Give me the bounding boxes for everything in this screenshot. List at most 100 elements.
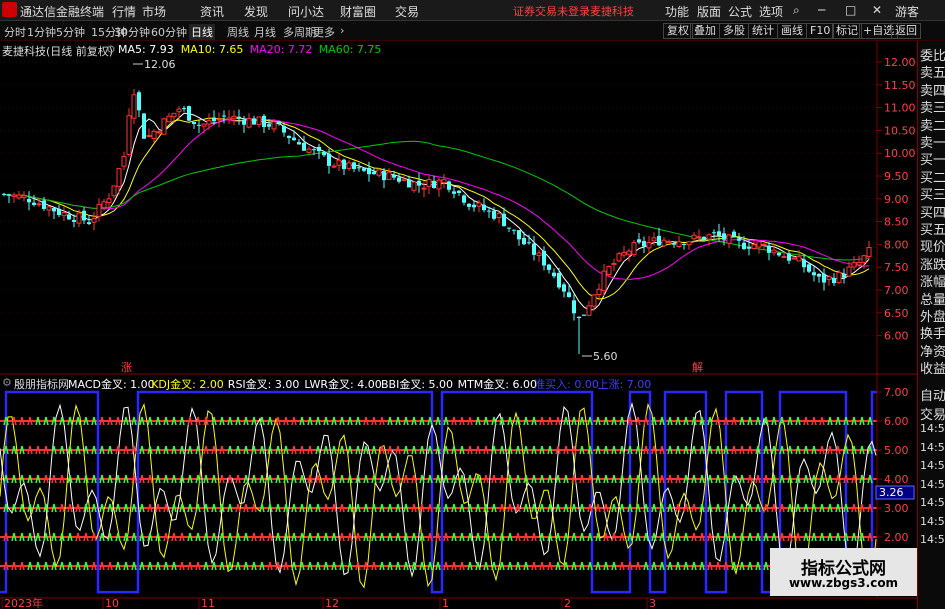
menu-right-0[interactable]: 功能 bbox=[665, 3, 689, 20]
toolbar-button-3[interactable]: 统计 bbox=[748, 23, 778, 39]
candle-body bbox=[512, 229, 516, 231]
candle-body bbox=[297, 142, 301, 145]
toolbar-button-0[interactable]: 复权 bbox=[663, 23, 693, 39]
menu-right-3[interactable]: 选项 bbox=[759, 3, 783, 20]
toolbar-button-2[interactable]: 多股 bbox=[719, 23, 749, 39]
xaxis-label-1: 10 bbox=[105, 597, 119, 609]
settings-icon[interactable]: ⚙ bbox=[106, 43, 116, 56]
menu-item-6[interactable]: 交易 bbox=[395, 3, 419, 20]
minimize-button[interactable]: ─ bbox=[818, 3, 825, 17]
candle-body bbox=[256, 116, 262, 125]
menu-item-2[interactable]: 资讯 bbox=[200, 3, 224, 20]
candle-body bbox=[747, 246, 751, 249]
candle-body bbox=[737, 238, 741, 241]
candle-body bbox=[751, 244, 757, 249]
candle-body bbox=[742, 242, 746, 249]
menu-right-1[interactable]: 版面 bbox=[697, 3, 721, 20]
candle-body bbox=[842, 273, 846, 278]
toolbar-button-4[interactable]: 画线 bbox=[777, 23, 807, 39]
period-tab-7[interactable]: 周线 bbox=[227, 24, 249, 40]
candle-body bbox=[111, 185, 117, 197]
price-ytick-6: 9.00 bbox=[884, 193, 909, 206]
candle-body bbox=[151, 130, 157, 140]
price-ytick-1: 11.50 bbox=[884, 79, 916, 92]
candle-body bbox=[212, 117, 216, 122]
candle-body bbox=[726, 234, 732, 244]
menu-right-2[interactable]: 公式 bbox=[728, 3, 752, 20]
period-tab-1[interactable]: 1分钟 bbox=[27, 24, 56, 40]
candle-body bbox=[21, 195, 27, 198]
candle-body bbox=[126, 115, 132, 155]
candle-body bbox=[492, 210, 496, 219]
price-ytick-10: 7.00 bbox=[884, 284, 909, 297]
menu-item-0[interactable]: 行情 bbox=[112, 3, 136, 20]
zhang-marker: 涨 bbox=[121, 361, 132, 374]
candle-body bbox=[682, 243, 686, 245]
price-ytick-7: 8.50 bbox=[884, 216, 909, 229]
menu-item-5[interactable]: 财富圈 bbox=[340, 3, 376, 20]
toolbar-button-5[interactable]: F10 bbox=[806, 23, 835, 39]
period-tab-0[interactable]: 分时 bbox=[4, 24, 26, 40]
candle-body bbox=[417, 180, 421, 186]
menu-item-1[interactable]: 市场 bbox=[142, 3, 166, 20]
maximize-button[interactable]: □ bbox=[845, 3, 856, 17]
ma-legend-1: MA10: 7.65 bbox=[180, 43, 244, 56]
ma-line-5 bbox=[3, 112, 870, 311]
quote-field-bottom-3: 14:56 bbox=[920, 440, 945, 454]
quote-field-bottom-4: 14:56 bbox=[920, 459, 945, 472]
quote-field-bottom-5: 14:56 bbox=[920, 477, 945, 491]
candle-body bbox=[452, 191, 456, 194]
period-tab-2[interactable]: 5分钟 bbox=[56, 24, 85, 40]
period-tab-6[interactable]: 日线 bbox=[189, 24, 215, 40]
menu-item-4[interactable]: 问小达 bbox=[288, 3, 324, 20]
price-ytick-9: 7.50 bbox=[884, 261, 909, 274]
trade-login-notice[interactable]: 证券交易未登录 bbox=[513, 3, 590, 19]
period-tab-4[interactable]: 30分钟 bbox=[114, 24, 150, 40]
candle-body bbox=[36, 203, 42, 206]
candle-body bbox=[317, 146, 321, 152]
period-tab-9[interactable]: 多周期 bbox=[283, 24, 316, 40]
candle-body bbox=[562, 284, 566, 292]
candle-body bbox=[226, 117, 232, 120]
close-button[interactable]: ✕ bbox=[872, 3, 882, 17]
candle-body bbox=[362, 168, 366, 171]
candle-body bbox=[616, 253, 622, 262]
toolbar-button-8[interactable]: 返回 bbox=[891, 23, 921, 39]
candle-body bbox=[357, 167, 361, 169]
candle-body bbox=[457, 190, 461, 194]
indicator-title: 殷朋指标网 bbox=[14, 378, 69, 391]
quote-field-15: 外盘 bbox=[920, 310, 945, 325]
search-icon[interactable]: ⌕ bbox=[793, 3, 800, 18]
candle-body bbox=[577, 316, 581, 319]
quote-side-panel: 委比 卖五 卖四 卖三 卖二 卖一 买一 买二 买三 买四 买五 现价 涨跌 涨幅 总量 外盘 换手 净资 收益 自… bbox=[917, 41, 945, 609]
user-account[interactable]: 游客 bbox=[895, 3, 919, 20]
ma-legend-0: MA5: 7.93 bbox=[118, 43, 174, 56]
quote-field-0: 委比 bbox=[920, 49, 945, 64]
candle-body bbox=[322, 151, 326, 156]
candle-body bbox=[817, 273, 821, 277]
candle-body bbox=[271, 121, 277, 130]
period-tab-10[interactable]: 更多 bbox=[313, 24, 335, 40]
chart-area[interactable]: 2023年 10 11 12 1 2 3 12.06 5.60 涨 解 12.0011.50… bbox=[0, 41, 917, 609]
candle-body bbox=[567, 292, 571, 297]
candle-body bbox=[866, 247, 872, 257]
candle-body bbox=[101, 201, 107, 209]
period-tab-5[interactable]: 60分钟 bbox=[151, 24, 187, 40]
period-tab-8[interactable]: 月线 bbox=[254, 24, 276, 40]
candle-body bbox=[27, 198, 31, 203]
toolbar-button-6[interactable]: 标记 bbox=[832, 23, 862, 39]
candle-body bbox=[182, 108, 186, 110]
candle-body bbox=[777, 252, 781, 256]
toolbar-button-1[interactable]: 叠加 bbox=[690, 23, 720, 39]
candle-body bbox=[791, 257, 797, 260]
candle-body bbox=[292, 137, 296, 141]
candle-body bbox=[96, 203, 102, 217]
candle-body bbox=[722, 233, 726, 240]
candle-body bbox=[832, 277, 836, 284]
indicator-settings-icon[interactable]: ⚙ bbox=[2, 376, 12, 389]
candle-body bbox=[346, 162, 352, 169]
menu-item-3[interactable]: 发现 bbox=[244, 3, 268, 20]
candle-body bbox=[717, 231, 721, 236]
more-chevron-icon[interactable]: › bbox=[340, 24, 344, 37]
candle-body bbox=[756, 241, 762, 248]
